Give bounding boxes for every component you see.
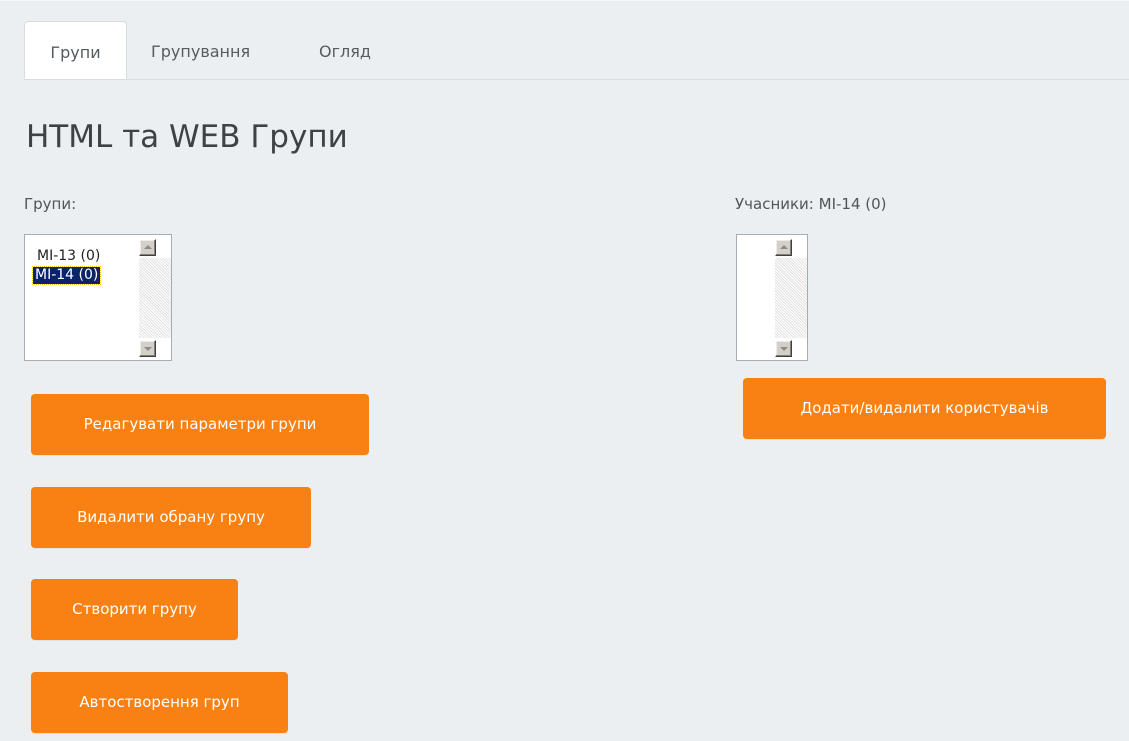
groups-scroll-track[interactable] bbox=[139, 258, 171, 338]
groups-listbox[interactable]: MI-13 (0) MI-14 (0) bbox=[24, 234, 172, 361]
group-option-mi-14[interactable]: MI-14 (0) bbox=[31, 266, 102, 285]
page-canvas: Групи Групування Огляд HTML та WEB Групи… bbox=[0, 0, 1129, 741]
tab-overview[interactable]: Огляд bbox=[319, 21, 371, 79]
tab-groups[interactable]: Групи bbox=[24, 21, 127, 79]
create-group-button[interactable]: Створити групу bbox=[31, 579, 238, 640]
tab-bar: Групи Групування Огляд bbox=[24, 21, 1129, 80]
members-scrollbar[interactable] bbox=[775, 235, 807, 360]
groups-label: Групи: bbox=[24, 195, 77, 213]
groups-scrollbar[interactable] bbox=[139, 235, 171, 360]
members-label: Учасники: MI-14 (0) bbox=[735, 195, 887, 213]
scroll-up-arrow-icon[interactable] bbox=[139, 239, 156, 256]
scroll-up-arrow-icon[interactable] bbox=[775, 239, 792, 256]
scroll-down-arrow-icon[interactable] bbox=[139, 340, 156, 357]
edit-group-settings-button[interactable]: Редагувати параметри групи bbox=[31, 394, 369, 455]
tab-groupings[interactable]: Групування bbox=[151, 21, 250, 79]
scroll-down-arrow-icon[interactable] bbox=[775, 340, 792, 357]
page-title: HTML та WEB Групи bbox=[26, 119, 348, 155]
delete-selected-group-button[interactable]: Видалити обрану групу bbox=[31, 487, 311, 548]
add-remove-users-button[interactable]: Додати/видалити користувачів bbox=[743, 378, 1106, 439]
group-option-mi-13[interactable]: MI-13 (0) bbox=[35, 248, 102, 265]
members-listbox[interactable] bbox=[736, 234, 808, 361]
members-scroll-track[interactable] bbox=[775, 258, 807, 338]
auto-create-groups-button[interactable]: Автостворення груп bbox=[31, 672, 288, 733]
